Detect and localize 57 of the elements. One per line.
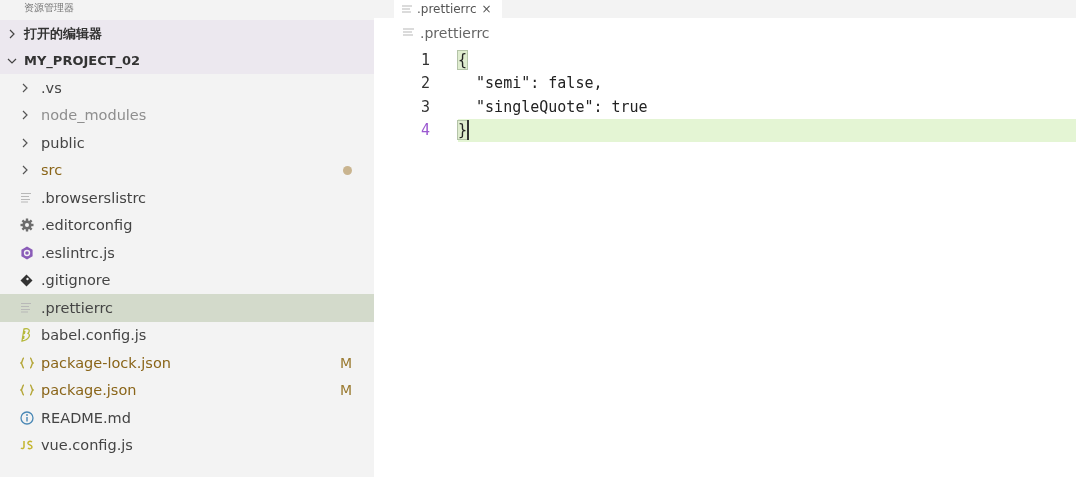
git-status: M bbox=[340, 382, 353, 399]
braces-icon bbox=[20, 356, 34, 369]
text-file-icon bbox=[403, 28, 414, 38]
file-name: README.md bbox=[41, 409, 131, 426]
file-tree-item[interactable]: vue.config.js bbox=[0, 431, 374, 459]
js-icon bbox=[20, 440, 34, 451]
file-tree-item[interactable]: package.json M bbox=[0, 376, 374, 404]
tab-label: .prettierrc bbox=[417, 2, 477, 16]
ring-icon bbox=[20, 245, 34, 260]
breadcrumb[interactable]: .prettierrc bbox=[420, 25, 490, 41]
chevron-icon bbox=[7, 28, 17, 39]
file-tree-item[interactable]: src bbox=[0, 156, 374, 184]
file-name: babel.config.js bbox=[41, 327, 147, 344]
file-tree-item[interactable]: public bbox=[0, 129, 374, 157]
file-name: .gitignore bbox=[41, 272, 111, 289]
braces-icon bbox=[20, 384, 34, 397]
text-file-icon bbox=[20, 302, 32, 314]
file-tree-item[interactable]: .editorconfig bbox=[0, 211, 374, 239]
file-name: .browserslistrc bbox=[41, 189, 147, 206]
file-name: .prettierrc bbox=[41, 299, 114, 316]
file-tree-item[interactable]: README.md bbox=[0, 404, 374, 432]
section-header[interactable]: 打开的编辑器 bbox=[0, 20, 374, 47]
section-label: 打开的编辑器 bbox=[24, 24, 102, 43]
diamond-icon bbox=[20, 273, 33, 287]
section-label: MY_PROJECT_02 bbox=[24, 53, 141, 68]
file-name: .vs bbox=[41, 79, 62, 96]
git-status: M bbox=[340, 354, 353, 371]
text-cursor bbox=[467, 120, 470, 141]
line-number: 3 bbox=[419, 97, 431, 116]
file-tree-item[interactable]: babel.config.js bbox=[0, 321, 374, 349]
code-line: "singleQuote": true bbox=[475, 97, 648, 116]
file-tree-item[interactable]: .prettierrc bbox=[0, 294, 374, 322]
file-tree-item[interactable]: .vs bbox=[0, 74, 374, 102]
file-tree-item[interactable]: .eslintrc.js bbox=[0, 239, 374, 267]
file-name: vue.config.js bbox=[41, 437, 133, 454]
line-number: 2 bbox=[419, 74, 431, 93]
babel-icon bbox=[20, 328, 32, 343]
file-name: .eslintrc.js bbox=[41, 244, 115, 261]
editor-tab[interactable]: .prettierrc × bbox=[394, 0, 502, 18]
text-file-icon bbox=[20, 192, 32, 204]
file-tree-item[interactable]: .browserslistrc bbox=[0, 184, 374, 212]
line-number: 1 bbox=[419, 50, 431, 69]
section-header[interactable]: MY_PROJECT_02 bbox=[0, 47, 374, 74]
file-name: public bbox=[41, 134, 85, 151]
info-icon bbox=[20, 410, 34, 425]
text-file-icon bbox=[402, 5, 412, 13]
file-name: .editorconfig bbox=[41, 217, 133, 234]
explorer-title: 资源管理器 bbox=[23, 1, 75, 15]
file-tree-item[interactable]: .gitignore bbox=[0, 266, 374, 294]
file-name: src bbox=[41, 162, 63, 179]
code-line: "semi": false, bbox=[475, 74, 603, 93]
gear-icon bbox=[20, 218, 34, 233]
file-name: package-lock.json bbox=[41, 354, 171, 371]
file-tree-item[interactable]: package-lock.json M bbox=[0, 349, 374, 377]
file-name: package.json bbox=[41, 382, 137, 399]
close-icon[interactable]: × bbox=[481, 2, 492, 16]
file-name: node_modules bbox=[41, 107, 147, 124]
